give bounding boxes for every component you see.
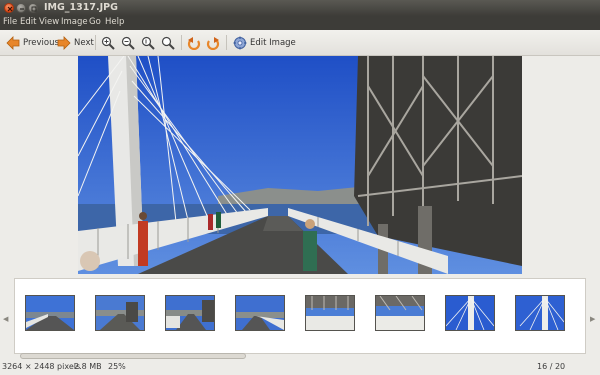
- thumbnail[interactable]: [25, 295, 75, 331]
- image-view[interactable]: [0, 56, 600, 276]
- scroll-left-arrow[interactable]: ◀: [3, 315, 8, 323]
- zoom-original-icon: [141, 36, 155, 50]
- thumbnail-image: [26, 296, 74, 330]
- thumbnail[interactable]: [235, 295, 285, 331]
- thumbnail-strip: [14, 278, 586, 354]
- toolbar-separator: [181, 35, 182, 50]
- thumbnail-image: [166, 296, 214, 330]
- menu-edit[interactable]: Edit: [20, 17, 36, 27]
- edit-image-label: Edit Image: [250, 37, 296, 48]
- edit-image-icon: [233, 36, 247, 49]
- rotate-left-icon: [187, 36, 201, 50]
- menu-help[interactable]: Help: [105, 17, 124, 27]
- maximize-window-button[interactable]: [28, 3, 38, 13]
- thumbnail-image: [446, 296, 494, 330]
- rotate-right-icon: [206, 36, 220, 50]
- menu-file[interactable]: File: [3, 17, 17, 27]
- menu-go[interactable]: Go: [89, 17, 101, 27]
- toolbar-separator: [95, 35, 96, 50]
- statusbar: 3264 × 2448 pixels 2.8 MB 25% 16 / 20: [0, 361, 600, 375]
- bridge-photo: [78, 56, 522, 274]
- image-position: 16 / 20: [537, 362, 566, 371]
- thumbnail[interactable]: [305, 295, 355, 331]
- minimize-icon: [20, 8, 24, 10]
- close-window-button[interactable]: [4, 3, 14, 13]
- thumbnail-image: [236, 296, 284, 330]
- menu-image[interactable]: Image: [61, 17, 88, 27]
- zoom-out-icon: [121, 36, 135, 50]
- go-next-icon: [57, 35, 71, 50]
- minimize-window-button[interactable]: [16, 3, 26, 13]
- window-title: IMG_1317.JPG: [44, 2, 118, 13]
- zoom-in-button[interactable]: [101, 34, 115, 51]
- menu-view[interactable]: View: [39, 17, 59, 27]
- thumbnail[interactable]: [165, 295, 215, 331]
- next-label: Next: [74, 37, 94, 48]
- thumbnail-image: [516, 296, 564, 330]
- file-size: 2.8 MB: [74, 362, 102, 371]
- image-dimensions: 3264 × 2448 pixels: [2, 362, 81, 371]
- thumbnail-image: [96, 296, 144, 330]
- zoom-level: 25%: [108, 362, 126, 371]
- zoom-out-button[interactable]: [121, 34, 135, 51]
- thumbnail[interactable]: [95, 295, 145, 331]
- previous-button[interactable]: Previous: [6, 34, 59, 51]
- toolbar: Previous Next Edit Image: [0, 30, 600, 56]
- thumbnail-image: [306, 296, 354, 330]
- toolbar-separator: [226, 35, 227, 50]
- maximize-icon: [31, 6, 37, 12]
- menubar: File Edit View Image Go Help: [0, 16, 600, 30]
- bridge-photo-image: [78, 56, 522, 274]
- thumbnail[interactable]: [445, 295, 495, 331]
- zoom-fit-button[interactable]: [161, 34, 175, 51]
- thumbnail-scrollbar[interactable]: [20, 353, 246, 359]
- next-button[interactable]: Next: [57, 34, 94, 51]
- zoom-normal-button[interactable]: [141, 34, 155, 51]
- go-previous-icon: [6, 35, 20, 50]
- scroll-right-arrow[interactable]: ▶: [590, 315, 595, 323]
- zoom-fit-icon: [161, 36, 175, 50]
- window-titlebar: IMG_1317.JPG: [0, 0, 600, 16]
- previous-label: Previous: [23, 37, 59, 48]
- close-icon: [7, 6, 13, 12]
- edit-image-button[interactable]: Edit Image: [233, 34, 296, 51]
- thumbnail[interactable]: [515, 295, 565, 331]
- thumbnail-image: [376, 296, 424, 330]
- rotate-left-button[interactable]: [187, 34, 201, 51]
- zoom-in-icon: [101, 36, 115, 50]
- thumbnail[interactable]: [375, 295, 425, 331]
- rotate-right-button[interactable]: [206, 34, 220, 51]
